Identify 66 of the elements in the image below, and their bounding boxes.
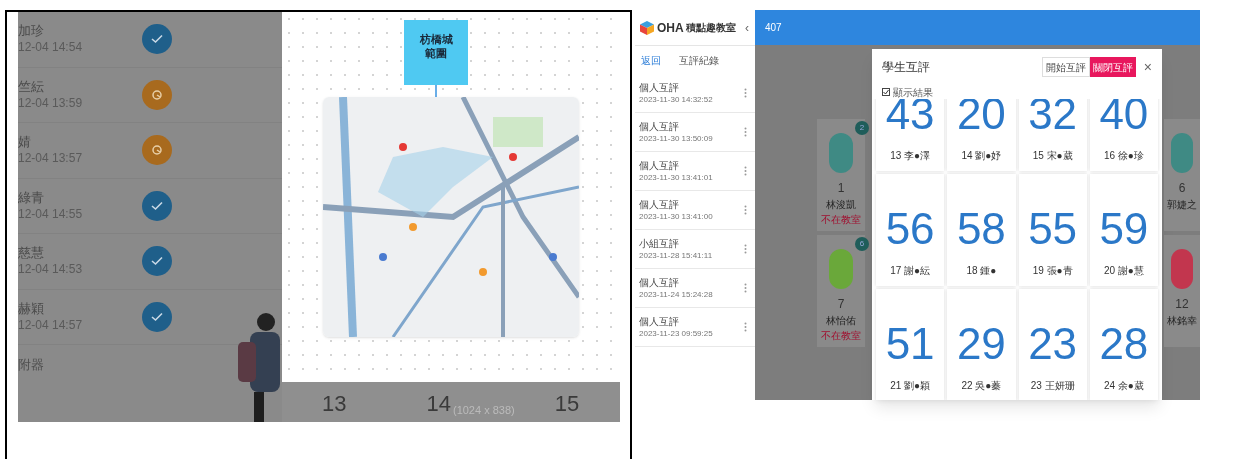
status-clock-icon: [142, 135, 172, 166]
toggle-button[interactable]: 開始互評: [1041, 57, 1090, 77]
student-name: 22 吳●蓁: [961, 379, 1002, 393]
student-name: 19 張●青: [1032, 264, 1073, 278]
more-icon[interactable]: [744, 283, 747, 293]
score-value: 59: [1099, 203, 1149, 255]
connector-line: [435, 85, 437, 97]
more-icon[interactable]: [744, 244, 747, 254]
student-name: 綠青: [18, 189, 45, 206]
student-name: 赫穎: [18, 300, 45, 317]
modal-title: 學生互評: [882, 59, 930, 76]
class-name: 407: [765, 21, 782, 35]
student-name: 竺紜: [18, 78, 45, 95]
student-name: 23 王妍珊: [1030, 379, 1075, 393]
score-value: 43: [885, 99, 935, 140]
score-value: 51: [885, 318, 935, 370]
student-name: 17 謝●紜: [890, 264, 931, 278]
status-check-icon: [142, 24, 172, 55]
student-name: 慈慧: [18, 245, 45, 262]
cube-logo-icon: [639, 19, 655, 36]
more-icon[interactable]: [744, 166, 747, 176]
close-button[interactable]: ×: [1143, 56, 1152, 78]
student-name: 18 鍾●: [966, 264, 997, 278]
page-title: 互評紀錄: [679, 53, 719, 68]
student-name: 14 劉●妤: [961, 149, 1002, 163]
status-check-icon: [142, 246, 172, 277]
number-badge: 2: [855, 121, 869, 135]
checkbox-label[interactable]: 顯示結果: [893, 84, 933, 100]
score-value: 32: [1028, 99, 1078, 140]
score-value: 23: [1028, 318, 1078, 370]
student-name: 15 宋●葳: [1032, 149, 1073, 163]
back-link[interactable]: 返回: [641, 52, 661, 68]
student-name: 16 徐●珍: [1103, 149, 1144, 163]
student-name: 24 余●葳: [1103, 379, 1144, 393]
score-value: 28: [1099, 318, 1149, 370]
score-value: 20: [956, 99, 1006, 140]
status-clock-icon: [142, 79, 172, 110]
student-card[interactable]: 6 郭婕之: [1164, 119, 1200, 231]
card-number: 15: [554, 390, 580, 418]
more-icon[interactable]: [744, 322, 747, 332]
logo-subtitle: 積點趣教室: [685, 21, 736, 35]
student-name: 21 劉●穎: [890, 379, 931, 393]
student-name: 20 謝●慧: [1103, 264, 1144, 278]
checkbox[interactable]: [882, 88, 890, 96]
number-badge: 6: [855, 237, 869, 251]
card-number: 14: [426, 390, 451, 418]
score-value: 40: [1099, 99, 1149, 140]
student-card[interactable]: 12 林銘幸: [1164, 235, 1200, 347]
score-value: 29: [956, 318, 1006, 370]
score-value: 55: [1028, 203, 1078, 255]
more-icon[interactable]: [744, 205, 747, 215]
status-check-icon: [142, 301, 172, 332]
toggle-button[interactable]: 關閉互評: [1089, 57, 1136, 77]
sticky-note[interactable]: 枋橋城範圍: [404, 20, 468, 85]
student-name: 加珍: [18, 23, 45, 40]
score-value: 58: [956, 203, 1006, 255]
student-name: 附器: [18, 356, 45, 375]
more-icon[interactable]: [744, 127, 747, 137]
score-value: 56: [885, 203, 935, 255]
collapse-button[interactable]: ‹: [743, 18, 751, 37]
logo-text: OHA: [657, 19, 684, 37]
student-name: 13 李●澤: [890, 149, 931, 163]
status-check-icon: [142, 190, 172, 221]
more-icon[interactable]: [744, 88, 747, 98]
student-name: 婧: [18, 134, 32, 151]
card-number: 13: [322, 390, 347, 418]
